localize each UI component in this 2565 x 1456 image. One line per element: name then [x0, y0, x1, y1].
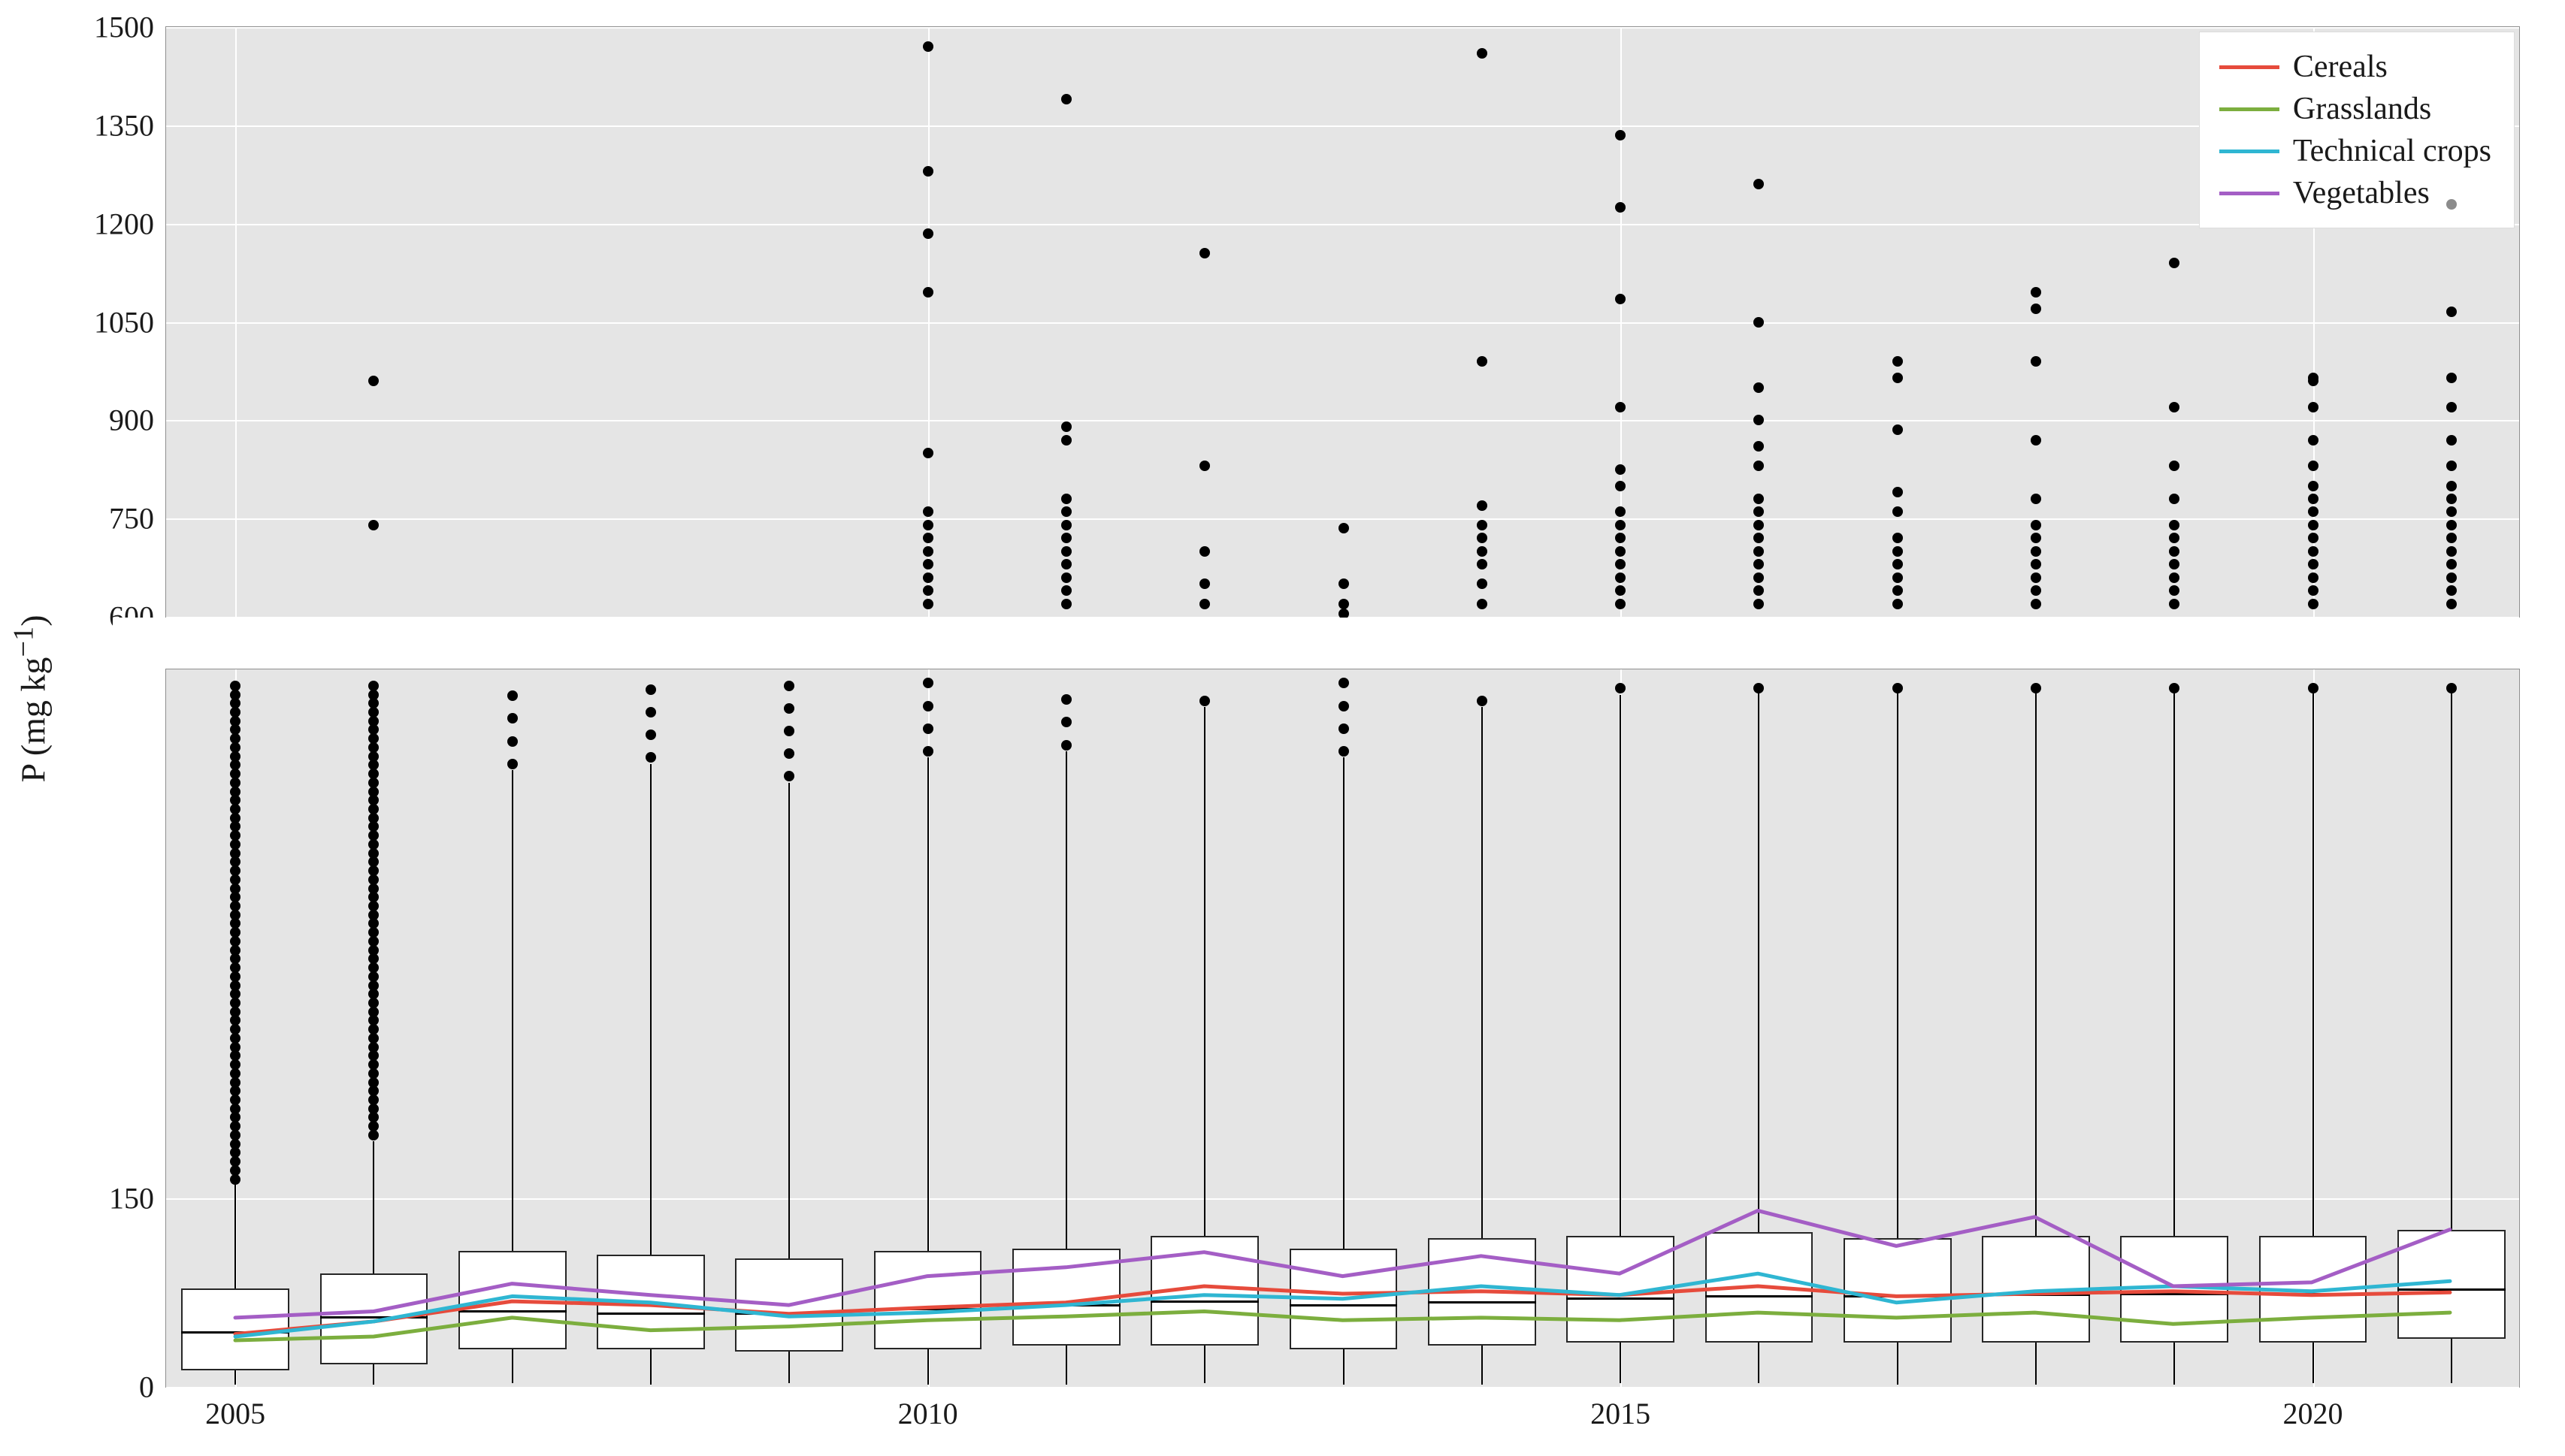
ytick: 1200 — [94, 206, 166, 241]
legend-swatch — [2219, 150, 2279, 153]
xtick: 2020 — [2283, 1387, 2343, 1431]
upper-panel: 6007509001050120013501500CerealsGrasslan… — [165, 26, 2520, 618]
series-technical-crops — [235, 1273, 2450, 1337]
ytick: 1500 — [94, 10, 166, 45]
series-cereals — [235, 1286, 2450, 1334]
ytick: 150 — [109, 1180, 166, 1216]
xtick: 2010 — [898, 1387, 958, 1431]
lower-panel: 01502005201020152020 — [165, 669, 2520, 1388]
series-grasslands — [235, 1312, 2450, 1341]
xtick: 2015 — [1590, 1387, 1650, 1431]
ytick: 1050 — [94, 304, 166, 340]
axis-break — [113, 618, 2520, 667]
chart-page: P (mg kg−1) 6007509001050120013501500Cer… — [0, 0, 2565, 1456]
legend-label: Grasslands — [2293, 91, 2431, 127]
xtick: 2005 — [205, 1387, 265, 1431]
legend: Cereals Grasslands Technical crops Vegetabl… — [2199, 32, 2515, 228]
legend-item: Grasslands — [2219, 88, 2491, 130]
legend-swatch — [2219, 107, 2279, 111]
ytick: 900 — [109, 403, 166, 438]
legend-label: Cereals — [2293, 49, 2388, 85]
y-axis-title: P (mg kg−1) — [7, 615, 53, 783]
legend-swatch — [2219, 192, 2279, 195]
legend-label: Vegetables — [2293, 175, 2430, 211]
ytick: 0 — [139, 1370, 166, 1405]
ytick: 750 — [109, 501, 166, 536]
legend-item: Cereals — [2219, 46, 2491, 88]
legend-label: Technical crops — [2293, 133, 2491, 169]
ytick: 1350 — [94, 107, 166, 143]
legend-swatch — [2219, 65, 2279, 69]
series-lines — [166, 669, 2519, 1387]
legend-item: Technical crops — [2219, 130, 2491, 172]
